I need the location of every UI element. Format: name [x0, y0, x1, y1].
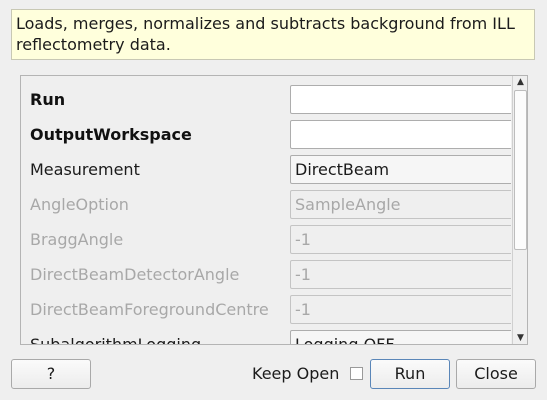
property-label-outputworkspace: OutputWorkspace [30, 125, 192, 144]
property-label-subalgorithmlogging: SubalgorithmLogging [30, 330, 201, 344]
outputworkspace-input[interactable] [290, 120, 511, 149]
close-button[interactable]: Close [456, 359, 536, 389]
property-row-outputworkspace: OutputWorkspace [21, 120, 511, 149]
algorithm-description: Loads, merges, normalizes and subtracts … [11, 9, 535, 60]
directbeamdetectorangle-input: -1 [290, 260, 511, 289]
property-label-directbeamdetectorangle: DirectBeamDetectorAngle [30, 265, 240, 284]
property-row-directbeamforegroundcentre: DirectBeamForegroundCentre -1 [21, 295, 511, 324]
scrollbar-thumb[interactable] [514, 90, 527, 250]
properties-list: Run OutputWorkspace Measurement DirectBe… [21, 76, 511, 344]
property-label-measurement: Measurement [30, 160, 140, 179]
measurement-combobox[interactable]: DirectBeam [290, 155, 511, 184]
property-row-measurement: Measurement DirectBeam [21, 155, 511, 184]
property-row-braggangle: BraggAngle -1 [21, 225, 511, 254]
subalgorithmlogging-combobox[interactable]: Logging OFF [290, 330, 511, 344]
property-label-directbeamforegroundcentre: DirectBeamForegroundCentre [30, 300, 269, 319]
keep-open-label: Keep Open [252, 364, 340, 383]
directbeamforegroundcentre-input: -1 [290, 295, 511, 324]
property-label-angleoption: AngleOption [30, 195, 129, 214]
property-row-run: Run [21, 85, 511, 114]
properties-panel: Run OutputWorkspace Measurement DirectBe… [20, 75, 528, 345]
property-row-subalgorithmlogging: SubalgorithmLogging Logging OFF [21, 330, 511, 344]
keep-open-checkbox[interactable] [350, 367, 363, 380]
run-button[interactable]: Run [370, 359, 450, 389]
properties-scrollbar[interactable]: ▲ ▼ [512, 76, 527, 344]
braggangle-input: -1 [290, 225, 511, 254]
run-input[interactable] [290, 85, 511, 114]
scroll-up-icon[interactable]: ▲ [513, 76, 527, 88]
property-row-angleoption: AngleOption SampleAngle [21, 190, 511, 219]
property-label-run: Run [30, 90, 66, 109]
property-row-directbeamdetectorangle: DirectBeamDetectorAngle -1 [21, 260, 511, 289]
property-label-braggangle: BraggAngle [30, 230, 124, 249]
scroll-down-icon[interactable]: ▼ [513, 332, 527, 344]
angleoption-combobox: SampleAngle [290, 190, 511, 219]
help-button[interactable]: ? [11, 359, 91, 389]
